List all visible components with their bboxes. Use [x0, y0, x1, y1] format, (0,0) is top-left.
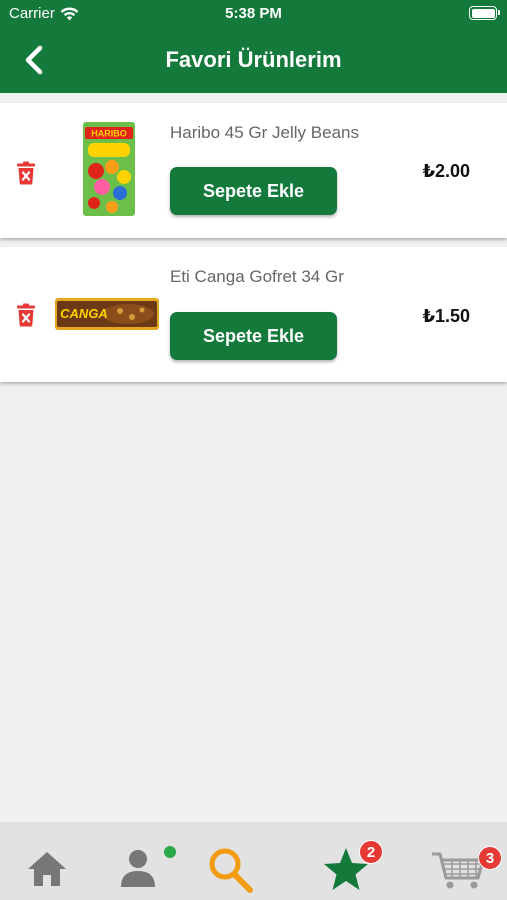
- list-item: HARIBO Haribo 45 Gr Jelly Beans Sepete E…: [0, 103, 507, 238]
- search-icon: [209, 848, 253, 893]
- page-title: Favori Ürünlerim: [165, 47, 342, 72]
- delete-button[interactable]: [16, 161, 36, 185]
- add-to-cart-button[interactable]: Sepete Ekle: [170, 312, 337, 360]
- svg-text:CANGA: CANGA: [60, 306, 108, 321]
- canga-bar-image: CANGA: [55, 298, 159, 330]
- trash-icon: [17, 161, 35, 185]
- product-name: Haribo 45 Gr Jelly Beans: [170, 123, 359, 142]
- battery-icon: [469, 6, 500, 20]
- clock: 5:38 PM: [225, 5, 282, 22]
- tab-search[interactable]: [206, 846, 256, 894]
- product-price: ₺2.00: [422, 161, 470, 181]
- status-bar: Carrier 5:38 PM: [0, 0, 507, 28]
- add-to-cart-button[interactable]: Sepete Ekle: [170, 167, 337, 215]
- online-indicator: [164, 846, 176, 858]
- product-name: Eti Canga Gofret 34 Gr: [170, 267, 344, 286]
- product-price: ₺1.50: [422, 306, 470, 326]
- haribo-package-image: HARIBO: [83, 122, 135, 216]
- favorites-count-badge: 2: [359, 840, 383, 864]
- cart-count-badge: 3: [478, 846, 502, 870]
- tab-home[interactable]: [26, 850, 68, 888]
- svg-text:HARIBO: HARIBO: [91, 129, 127, 139]
- tab-bar: [0, 822, 507, 900]
- profile-icon: [121, 850, 155, 887]
- tab-profile[interactable]: [118, 847, 164, 891]
- header-bar: Carrier 5:38 PM Favori Ürünlerim: [0, 0, 507, 93]
- delete-button[interactable]: [16, 303, 36, 327]
- list-item: CANGA Eti Canga Gofret 34 Gr Sepete Ekle…: [0, 247, 507, 382]
- trash-icon: [17, 303, 35, 327]
- home-icon: [28, 852, 66, 886]
